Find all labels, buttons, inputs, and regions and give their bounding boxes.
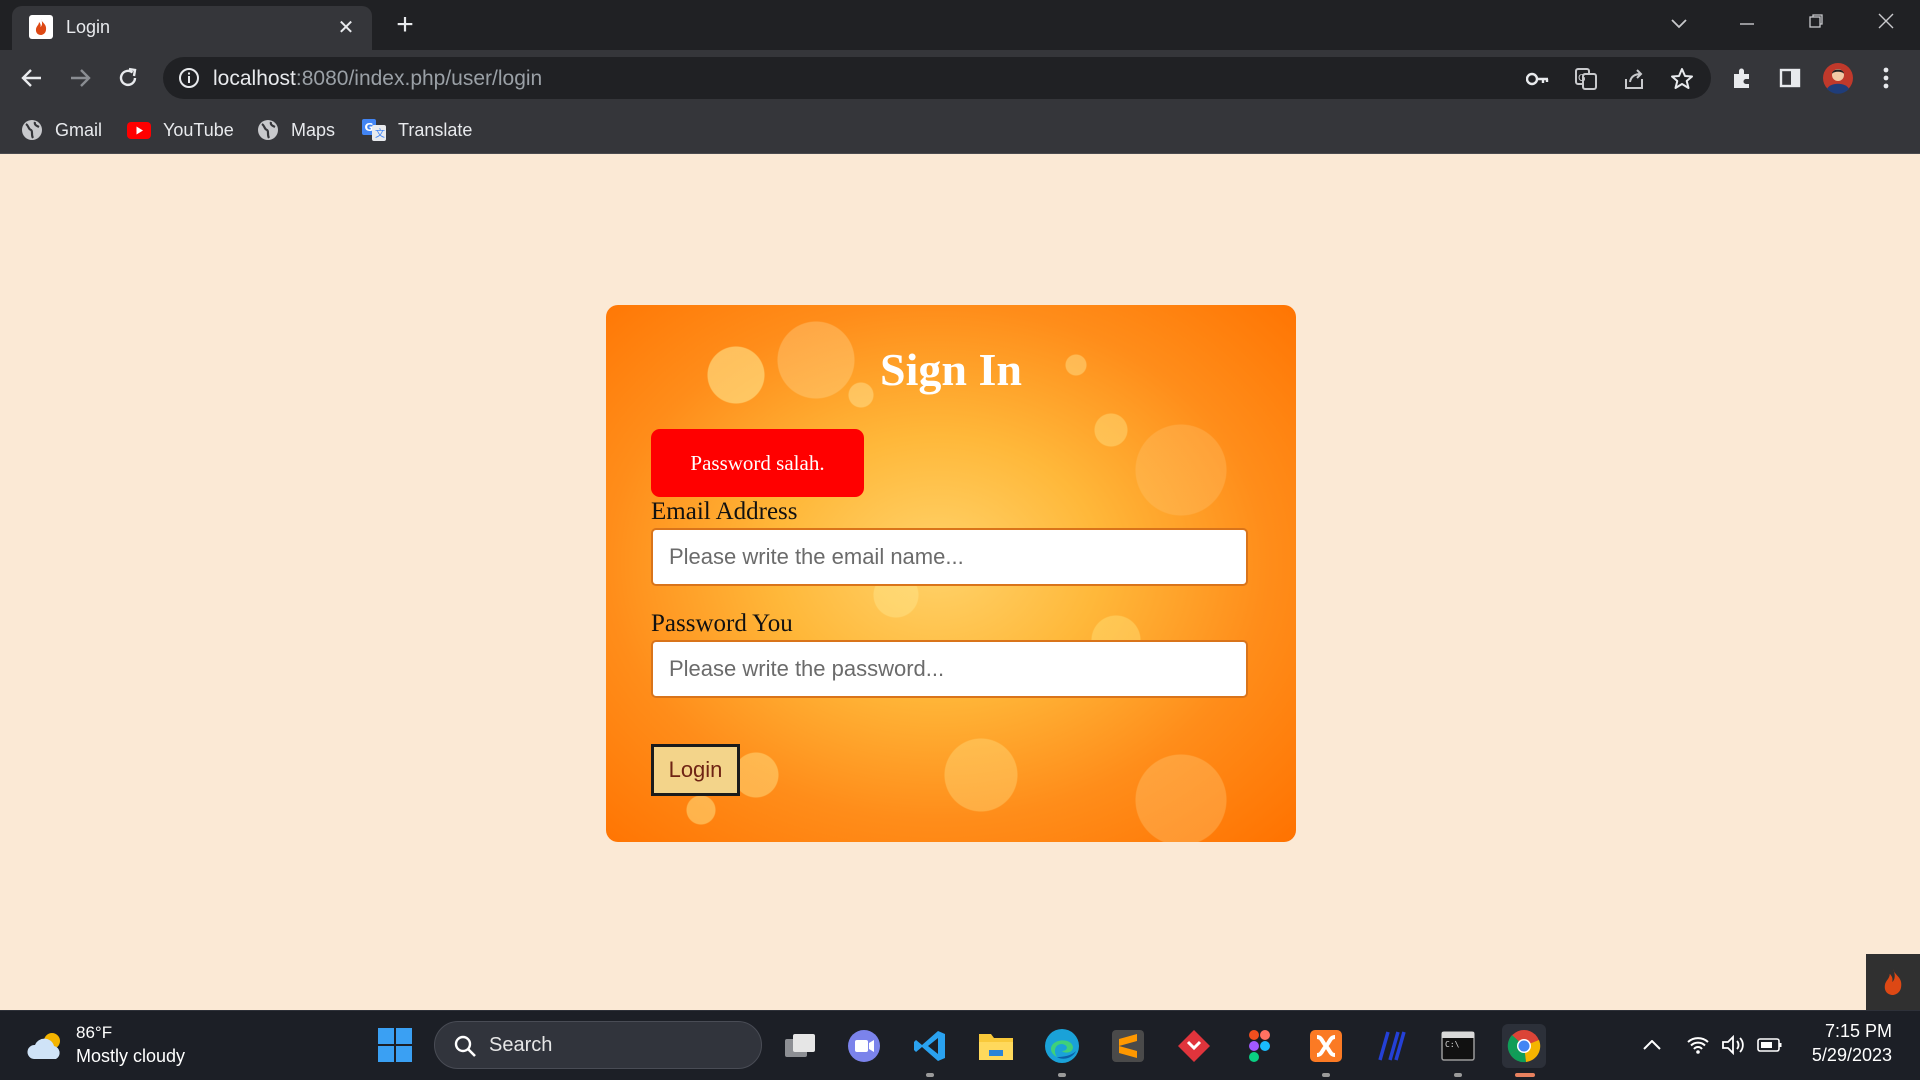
svg-text:G: G [1578,73,1586,84]
share-icon[interactable] [1621,66,1647,92]
codeigniter-flame-icon [1884,969,1902,995]
svg-text:C:\: C:\ [1445,1040,1460,1049]
running-indicator [1454,1073,1462,1077]
bookmark-label: Gmail [55,119,103,140]
close-tab-icon[interactable]: ✕ [334,16,358,40]
clock-time[interactable]: 7:15 PM [1825,1021,1892,1042]
weather-temperature[interactable]: 86°F [76,1023,112,1043]
clock-date[interactable]: 5/29/2023 [1812,1045,1892,1066]
git-gui-icon[interactable] [1172,1024,1216,1068]
password-label: Password You [651,610,793,637]
translate-page-icon[interactable]: G [1573,66,1599,92]
tab-login[interactable]: Login ✕ [12,6,372,50]
email-field[interactable] [651,528,1248,586]
running-indicator [1058,1073,1066,1077]
tab-search-icon[interactable] [1659,8,1699,38]
active-indicator [1515,1073,1535,1077]
browser-toolbar: localhost:8080/index.php/user/login G [0,50,1920,106]
search-label: Search [489,1034,553,1056]
url-path: :8080/index.php/user/login [295,67,543,90]
translate-icon: G文 [362,119,386,141]
taskbar-search[interactable]: Search [434,1021,762,1069]
login-card: Sign In Password salah. Email Address Pa… [606,305,1296,842]
bookmark-label: YouTube [163,119,234,140]
site-info-icon[interactable] [177,66,201,90]
vscode-icon[interactable] [908,1024,952,1077]
reload-icon[interactable] [112,62,144,94]
new-tab-button[interactable]: + [390,10,420,41]
bookmark-youtube[interactable]: YouTube [127,116,234,144]
key-icon[interactable] [1525,66,1551,92]
minimize-icon[interactable] [1727,8,1767,38]
tab-strip: Login ✕ + [0,0,1920,50]
error-alert: Password salah. [651,429,864,497]
taskbar: 86°F Mostly cloudy Search C:\ 7:15 PM 5/… [0,1010,1920,1080]
globe-icon [257,119,279,141]
file-explorer-icon[interactable] [974,1024,1018,1068]
xampp-icon[interactable] [1304,1024,1348,1077]
teams-chat-icon[interactable] [842,1024,886,1068]
bookmark-gmail[interactable]: Gmail [21,116,102,144]
profile-avatar-icon[interactable] [1822,62,1854,94]
svg-text:文: 文 [375,127,385,140]
slash-app-icon[interactable] [1370,1024,1414,1068]
bookmark-label: Translate [398,119,473,140]
back-arrow-icon[interactable] [16,62,48,94]
bookmark-translate[interactable]: G文 Translate [362,116,472,144]
terminal-icon[interactable]: C:\ [1436,1024,1480,1077]
more-menu-icon[interactable] [1870,62,1902,94]
restore-icon[interactable] [1796,8,1836,38]
side-panel-icon[interactable] [1774,62,1806,94]
close-window-icon[interactable] [1866,8,1906,38]
edge-browser-icon[interactable] [1040,1024,1084,1077]
cloud-weather-icon[interactable] [26,1029,66,1063]
address-bar[interactable]: localhost:8080/index.php/user/login G [163,57,1711,99]
weather-description[interactable]: Mostly cloudy [76,1046,185,1067]
url-text[interactable]: localhost:8080/index.php/user/login [213,67,542,91]
extensions-puzzle-icon[interactable] [1726,62,1758,94]
search-icon [454,1035,476,1057]
chevron-up-icon[interactable] [1638,1031,1666,1059]
globe-icon [21,119,43,141]
forward-arrow-icon[interactable] [64,62,96,94]
bookmark-maps[interactable]: Maps [257,116,335,144]
debug-toolbar-toggle[interactable] [1866,954,1920,1010]
sublime-text-icon[interactable] [1106,1024,1150,1068]
chrome-icon[interactable] [1502,1024,1546,1077]
running-indicator [1322,1073,1330,1077]
bookmark-label: Maps [291,119,336,140]
page-title: Sign In [880,344,1022,395]
bookmarks-bar: Gmail YouTube Maps G文 Translate [0,106,1920,154]
figma-icon[interactable] [1238,1024,1282,1068]
email-label: Email Address [651,498,798,525]
volume-icon[interactable] [1720,1031,1748,1059]
wifi-icon[interactable] [1684,1031,1712,1059]
url-host: localhost [213,67,296,90]
task-view-icon[interactable] [778,1024,822,1068]
running-indicator [926,1073,934,1077]
password-field[interactable] [651,640,1248,698]
youtube-icon [127,119,151,141]
login-button[interactable]: Login [651,744,740,796]
bookmark-star-icon[interactable] [1669,66,1695,92]
windows-start-icon[interactable] [378,1028,412,1062]
tab-title: Login [66,17,111,37]
codeigniter-flame-icon [29,15,53,39]
page-viewport: Sign In Password salah. Email Address Pa… [0,155,1920,1010]
battery-icon[interactable] [1756,1031,1784,1059]
